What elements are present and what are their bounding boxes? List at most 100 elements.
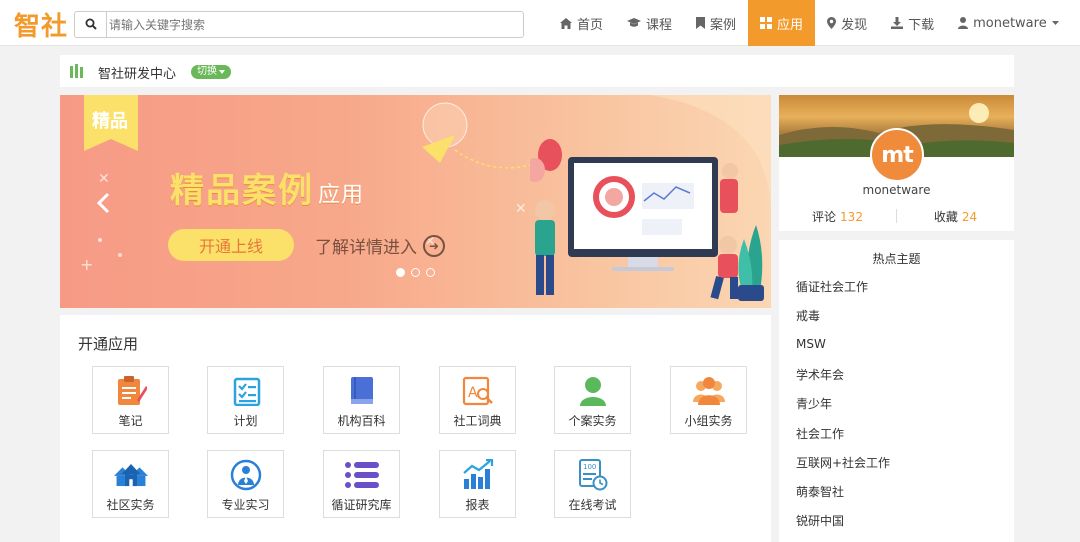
comments-count: 132 bbox=[840, 210, 863, 224]
hot-topics-panel: 热点主题 循证社会工作 戒毒 MSW 学术年会 青少年 社会工作 互联网+社会工… bbox=[779, 240, 1014, 542]
topic-link[interactable]: 互联网+社会工作 bbox=[796, 454, 890, 471]
learn-more-label: 了解详情进入 bbox=[315, 238, 417, 258]
notes-icon bbox=[114, 375, 148, 407]
search-input[interactable] bbox=[109, 14, 509, 35]
app-tile-report[interactable]: 报表 bbox=[439, 450, 516, 518]
nav-user-menu[interactable]: monetware bbox=[946, 0, 1071, 46]
checklist-icon bbox=[229, 375, 263, 407]
comments-label: 评论 bbox=[812, 210, 837, 224]
open-apps-panel: 开通应用 笔记 计划 机构百科 A 社工词典 个案实务 小组实务 社区实务 专业… bbox=[60, 315, 771, 542]
search-box bbox=[74, 11, 524, 38]
carousel-dot[interactable] bbox=[411, 268, 420, 277]
institution-icon bbox=[70, 63, 84, 82]
search-button[interactable] bbox=[75, 12, 107, 37]
arrow-right-icon: ➜ bbox=[423, 234, 445, 257]
nav-discover-label: 发现 bbox=[841, 17, 868, 33]
site-logo[interactable]: 智社 bbox=[14, 6, 68, 43]
app-tile-plan[interactable]: 计划 bbox=[207, 366, 284, 434]
topic-link[interactable]: 萌泰智社 bbox=[796, 483, 844, 500]
favorites-label: 收藏 bbox=[933, 210, 958, 224]
exam-icon: 100 bbox=[576, 459, 610, 491]
app-tile-label: 报表 bbox=[465, 498, 490, 512]
topic-link[interactable]: MSW bbox=[796, 337, 826, 351]
nav-apps[interactable]: 应用 bbox=[748, 0, 816, 46]
app-tile-group-practice[interactable]: 小组实务 bbox=[670, 366, 747, 434]
top-navbar: 智社 首页 课程 案例 应用 发现 下载 bbox=[0, 0, 1080, 46]
map-pin-icon bbox=[827, 17, 837, 29]
intern-icon bbox=[229, 459, 263, 491]
app-tile-label: 个案实务 bbox=[568, 414, 617, 428]
org-bar: 智社研发中心 切换 bbox=[60, 55, 1014, 87]
svg-text:✕: ✕ bbox=[98, 171, 110, 187]
open-online-button[interactable]: 开通上线 bbox=[168, 229, 294, 261]
carousel-dot[interactable] bbox=[396, 268, 405, 277]
report-icon bbox=[461, 459, 495, 491]
svg-text:100: 100 bbox=[583, 463, 596, 471]
user-avatar[interactable]: mt bbox=[870, 128, 924, 182]
app-tile-evidence-library[interactable]: 循证研究库 bbox=[323, 450, 400, 518]
app-tile-label: 社工词典 bbox=[453, 414, 502, 428]
topic-link[interactable]: 循证社会工作 bbox=[796, 278, 868, 295]
app-tile-case-practice[interactable]: 个案实务 bbox=[554, 366, 631, 434]
nav-user-label: monetware bbox=[973, 15, 1047, 31]
caret-down-icon bbox=[219, 65, 225, 79]
svg-text:✕: ✕ bbox=[515, 201, 527, 217]
grid-icon bbox=[760, 17, 773, 29]
main-nav: 首页 课程 案例 应用 发现 下载 monetware bbox=[548, 0, 1071, 46]
app-tile-label: 小组实务 bbox=[684, 414, 733, 428]
org-switch-button[interactable]: 切换 bbox=[191, 65, 231, 79]
graduation-cap-icon bbox=[627, 18, 642, 28]
home-icon bbox=[560, 17, 572, 29]
monitor-illustration bbox=[530, 139, 764, 301]
user-profile-card: mt monetware 评论 132 收藏 24 bbox=[779, 95, 1014, 231]
nav-download[interactable]: 下载 bbox=[879, 0, 946, 46]
banner-title-suffix: 应用 bbox=[318, 183, 365, 208]
app-tile-label: 在线考试 bbox=[568, 498, 617, 512]
topic-link[interactable]: 青少年 bbox=[796, 395, 832, 412]
list-icon bbox=[344, 459, 379, 491]
caret-down-icon bbox=[1051, 21, 1059, 25]
topic-link[interactable]: 戒毒 bbox=[796, 307, 820, 324]
apps-title: 开通应用 bbox=[78, 335, 139, 353]
svg-text:+: + bbox=[80, 255, 93, 274]
org-name: 智社研发中心 bbox=[98, 67, 177, 82]
promo-banner[interactable]: 精品 ✕ + ✕ ✕ 精品案例 应用 开通上线 了解详情进入 ➜ bbox=[60, 95, 771, 308]
carousel-prev-button[interactable] bbox=[96, 191, 110, 221]
app-tile-online-exam[interactable]: 100 在线考试 bbox=[554, 450, 631, 518]
app-tile-notes[interactable]: 笔记 bbox=[92, 366, 169, 434]
app-tile-internship[interactable]: 专业实习 bbox=[207, 450, 284, 518]
nav-courses[interactable]: 课程 bbox=[615, 0, 684, 46]
app-tile-label: 循证研究库 bbox=[331, 498, 392, 512]
person-icon bbox=[576, 375, 610, 407]
user-name[interactable]: monetware bbox=[779, 183, 1014, 197]
book-icon bbox=[345, 375, 379, 407]
topic-link[interactable]: 学术年会 bbox=[796, 366, 844, 383]
svg-text:A: A bbox=[468, 385, 478, 401]
user-icon bbox=[958, 17, 969, 29]
dictionary-icon: A bbox=[461, 375, 495, 407]
app-tile-dictionary[interactable]: A 社工词典 bbox=[439, 366, 516, 434]
comments-stat[interactable]: 评论 132 bbox=[779, 208, 896, 225]
topic-link[interactable]: 社会工作 bbox=[796, 425, 844, 442]
nav-cases[interactable]: 案例 bbox=[684, 0, 748, 46]
app-tile-label: 社区实务 bbox=[106, 498, 155, 512]
app-tile-label: 机构百科 bbox=[337, 414, 386, 428]
nav-cases-label: 案例 bbox=[710, 17, 737, 33]
nav-download-label: 下载 bbox=[908, 17, 935, 33]
user-stats: 评论 132 收藏 24 bbox=[779, 208, 1014, 225]
topic-link[interactable]: 锐研中国 bbox=[796, 512, 844, 529]
hot-topics-title: 热点主题 bbox=[872, 252, 921, 266]
banner-title: 精品案例 应用 bbox=[170, 163, 364, 212]
app-tile-encyclopedia[interactable]: 机构百科 bbox=[323, 366, 400, 434]
carousel-dots bbox=[396, 268, 435, 277]
learn-more-link[interactable]: 了解详情进入 ➜ bbox=[315, 233, 445, 258]
favorites-stat[interactable]: 收藏 24 bbox=[897, 208, 1014, 225]
app-tile-community-practice[interactable]: 社区实务 bbox=[92, 450, 169, 518]
group-icon bbox=[692, 375, 726, 407]
nav-home[interactable]: 首页 bbox=[548, 0, 615, 46]
nav-home-label: 首页 bbox=[577, 17, 604, 33]
banner-title-main: 精品案例 bbox=[170, 171, 314, 211]
app-tile-label: 专业实习 bbox=[221, 498, 270, 512]
nav-discover[interactable]: 发现 bbox=[815, 0, 879, 46]
carousel-dot[interactable] bbox=[426, 268, 435, 277]
